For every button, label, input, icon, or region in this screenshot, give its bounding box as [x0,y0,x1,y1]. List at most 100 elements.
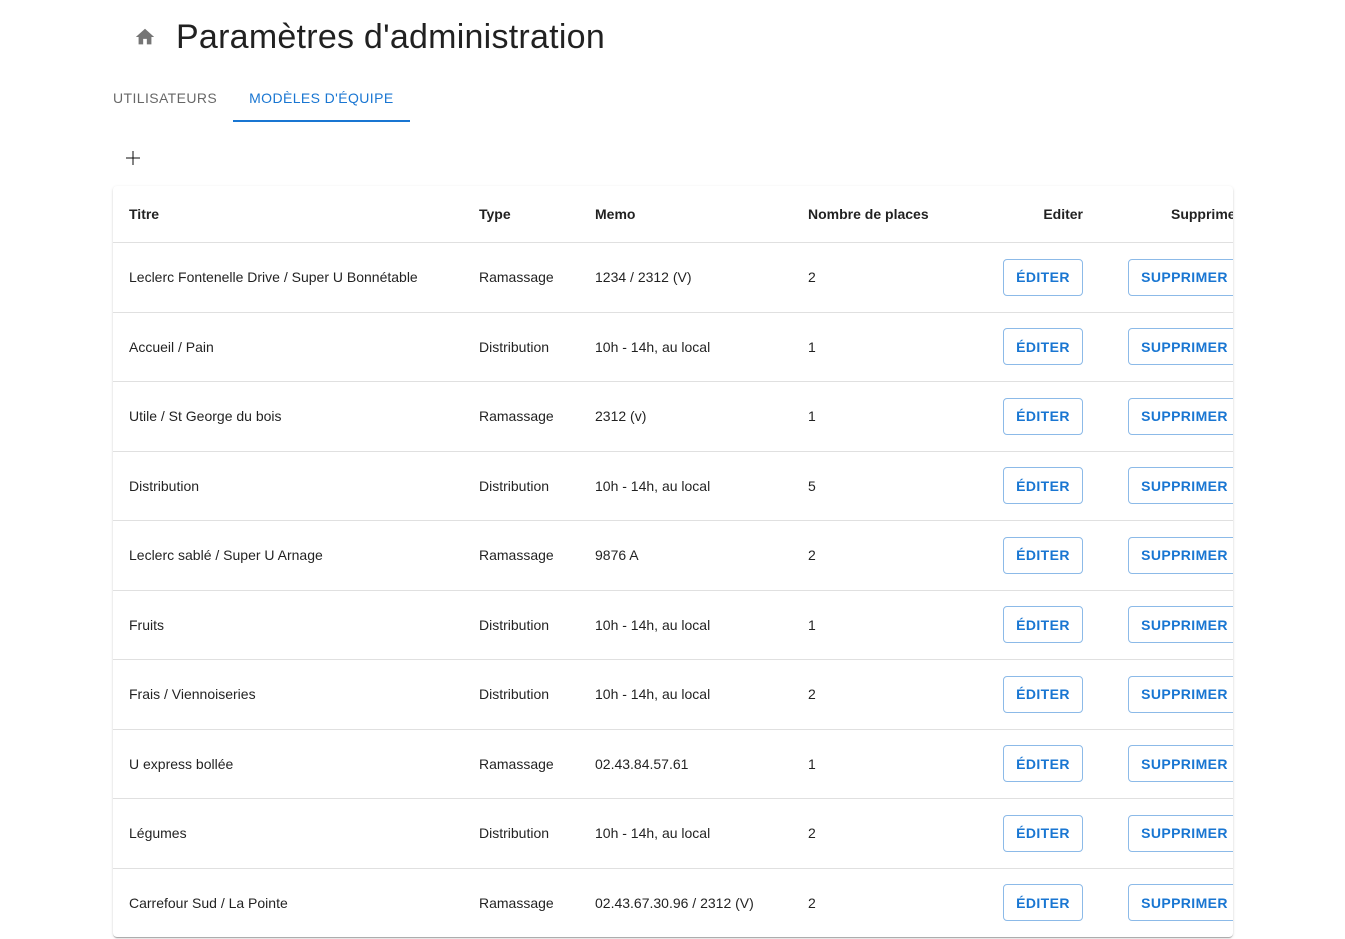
cell-places: 2 [808,894,816,911]
cell-editer: ÉDITER [963,659,1099,730]
cell-memo: 2312 (v) [579,381,792,452]
cell-places: 5 [792,451,963,521]
cell-places: 1 [792,312,963,382]
delete-button[interactable]: SUPPRIMER [1128,814,1233,852]
table-row: Distribution Distribution 10h - 14h, au … [113,451,1233,521]
delete-button[interactable]: SUPPRIMER [1128,328,1233,366]
cell-memo: 10h - 14h, au local [579,659,792,730]
cell-places: 2 [792,520,963,591]
tab-modeles-equipe[interactable]: MODÈLES D'ÉQUIPE [233,74,411,122]
cell-memo: 02.43.67.30.96 / 2312 (V) [595,894,754,911]
cell-supprimer: SUPPRIMER [1099,590,1233,660]
cell-titre: U express bollée [113,729,463,799]
edit-button[interactable]: ÉDITER [1003,814,1083,852]
edit-button[interactable]: ÉDITER [1003,397,1083,435]
delete-button[interactable]: SUPPRIMER [1128,397,1233,435]
cell-places: 2 [792,798,963,869]
cell-type: Ramassage [463,520,579,591]
cell-places: 2 [792,659,963,730]
table-row: U express bollée Ramassage 02.43.84.57.6… [113,729,1233,799]
edit-button[interactable]: ÉDITER [1003,884,1083,922]
delete-button[interactable]: SUPPRIMER [1128,745,1233,783]
cell-titre: Accueil / Pain [113,312,463,382]
tab-utilisateurs[interactable]: UTILISATEURS [97,74,233,122]
cell-editer: ÉDITER [963,590,1099,660]
header-places: Nombre de places [792,186,963,243]
cell-editer: ÉDITER [963,729,1099,799]
delete-button[interactable]: SUPPRIMER [1128,884,1233,922]
cell-titre: Leclerc Fontenelle Drive / Super U Bonné… [113,242,463,313]
header-editer: Editer [963,186,1099,243]
cell-type: Distribution [463,451,579,521]
cell-editer: ÉDITER [963,312,1099,382]
cell-titre: Utile / St George du bois [113,381,463,452]
home-icon[interactable] [134,26,156,48]
cell-memo: 10h - 14h, au local [579,590,792,660]
delete-button[interactable]: SUPPRIMER [1128,606,1233,644]
cell-type: Distribution [463,590,579,660]
cell-memo: 9876 A [579,520,792,591]
header-type: Type [463,186,579,243]
cell-editer: ÉDITER [963,451,1099,521]
header-supprimer: Supprimer [1099,186,1233,243]
cell-memo: 1234 / 2312 (V) [579,242,792,313]
cell-supprimer: SUPPRIMER [1099,868,1233,937]
cell-type: Distribution [463,659,579,730]
cell-titre: Leclerc sablé / Super U Arnage [113,520,463,591]
table-row: Frais / Viennoiseries Distribution 10h -… [113,659,1233,730]
cell-memo: 10h - 14h, au local [579,312,792,382]
cell-titre: Carrefour Sud / La Pointe [129,894,288,911]
cell-type: Ramassage [479,894,554,911]
cell-titre: Frais / Viennoiseries [113,659,463,730]
cell-type: Ramassage [463,381,579,452]
cell-places: 2 [792,242,963,313]
cell-editer: ÉDITER [963,242,1099,313]
cell-editer: ÉDITER [963,520,1099,591]
cell-supprimer: SUPPRIMER [1099,659,1233,730]
cell-memo: 10h - 14h, au local [579,451,792,521]
edit-button[interactable]: ÉDITER [1003,328,1083,366]
cell-type: Distribution [463,312,579,382]
cell-supprimer: SUPPRIMER [1099,242,1233,313]
delete-button[interactable]: SUPPRIMER [1128,536,1233,574]
edit-button[interactable]: ÉDITER [1003,675,1083,713]
delete-button[interactable]: SUPPRIMER [1128,675,1233,713]
cell-memo: 10h - 14h, au local [579,798,792,869]
edit-button[interactable]: ÉDITER [1003,745,1083,783]
cell-type: Distribution [463,798,579,869]
cell-supprimer: SUPPRIMER [1099,381,1233,452]
team-templates-table: Titre Type Memo Nombre de places Editer … [113,186,1233,937]
cell-places: 1 [792,590,963,660]
cell-titre: Distribution [113,451,463,521]
header-memo: Memo [579,186,792,243]
delete-button[interactable]: SUPPRIMER [1128,467,1233,505]
cell-places: 1 [792,381,963,452]
table-row: Carrefour Sud / La Pointe Ramassage 02.4… [113,868,1233,937]
table-row: Fruits Distribution 10h - 14h, au local … [113,590,1233,660]
cell-supprimer: SUPPRIMER [1099,451,1233,521]
table-row: Accueil / Pain Distribution 10h - 14h, a… [113,312,1233,382]
cell-titre: Légumes [113,798,463,869]
page-header: Paramètres d'administration [134,14,605,60]
table-row: Légumes Distribution 10h - 14h, au local… [113,798,1233,869]
tab-bar: UTILISATEURS MODÈLES D'ÉQUIPE [97,74,411,122]
edit-button[interactable]: ÉDITER [1003,258,1083,296]
cell-type: Ramassage [463,729,579,799]
edit-button[interactable]: ÉDITER [1003,467,1083,505]
cell-supprimer: SUPPRIMER [1099,798,1233,869]
cell-supprimer: SUPPRIMER [1099,520,1233,591]
delete-button[interactable]: SUPPRIMER [1128,258,1233,296]
cell-memo: 02.43.84.57.61 [579,729,792,799]
plus-icon [126,151,140,165]
add-team-template-button[interactable] [120,145,146,171]
cell-supprimer: SUPPRIMER [1099,312,1233,382]
table-header-row: Titre Type Memo Nombre de places Editer … [113,186,1233,243]
edit-button[interactable]: ÉDITER [1003,536,1083,574]
cell-supprimer: SUPPRIMER [1099,729,1233,799]
edit-button[interactable]: ÉDITER [1003,606,1083,644]
cell-type: Ramassage [463,242,579,313]
page-title: Paramètres d'administration [176,17,605,56]
cell-editer: ÉDITER [963,798,1099,869]
table-row: Utile / St George du bois Ramassage 2312… [113,381,1233,452]
cell-places: 1 [792,729,963,799]
